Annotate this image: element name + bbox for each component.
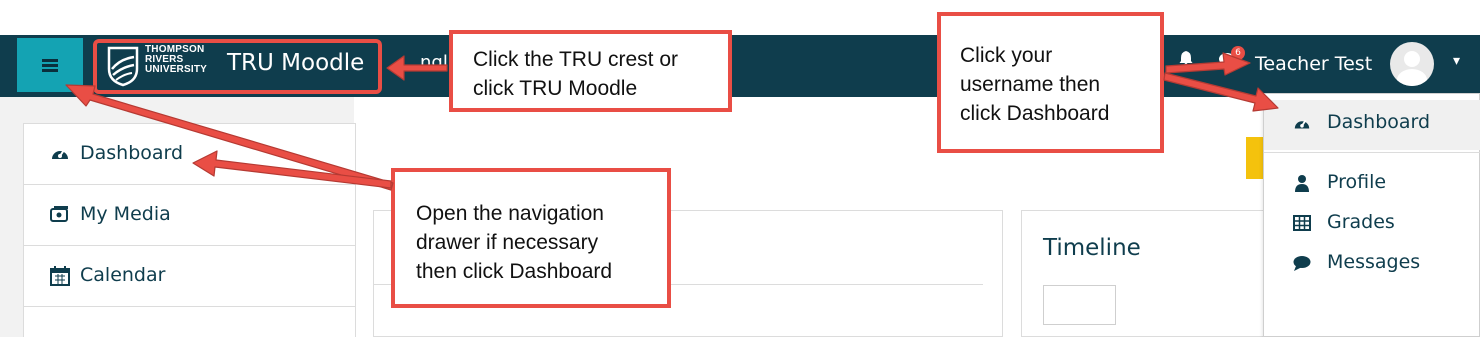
user-menu-item-label: Messages (1327, 251, 1421, 273)
bell-icon[interactable] (1179, 50, 1193, 66)
drawer-item-dashboard[interactable]: Dashboard (24, 124, 355, 185)
drawer-item-my-media[interactable]: My Media (24, 185, 355, 246)
user-menu-divider (1264, 152, 1480, 153)
messages-count-badge: 6 (1231, 46, 1245, 60)
nav-drawer-list: Dashboard My Media Calendar (23, 123, 356, 337)
calendar-icon (50, 266, 70, 286)
drawer-item-label: My Media (80, 203, 171, 225)
user-avatar-icon[interactable] (1390, 42, 1434, 86)
drawer-item-label: Dashboard (80, 142, 184, 164)
nav-drawer-toggle-button[interactable] (17, 38, 83, 92)
user-menu-item-messages[interactable]: Messages (1264, 248, 1480, 278)
callout-crest: Click the TRU crest or click TRU Moodle (449, 30, 732, 112)
notice-banner (1246, 137, 1264, 179)
language-menu[interactable]: ngli (420, 52, 453, 73)
user-menu-item-label: Profile (1327, 171, 1387, 193)
callout-username: Click your username then click Dashboard (937, 12, 1164, 153)
user-icon (1295, 175, 1309, 192)
callout-drawer: Open the navigation drawer if necessary … (391, 168, 671, 308)
chat-icon (1293, 256, 1311, 271)
user-menu-item-profile[interactable]: Profile (1264, 168, 1480, 198)
user-menu-item-label: Dashboard (1327, 111, 1431, 133)
user-menu-item-grades[interactable]: Grades (1264, 208, 1480, 238)
user-menu-name[interactable]: Teacher Test (1255, 51, 1372, 77)
timeline-filter-select[interactable] (1043, 285, 1116, 325)
site-name-link[interactable]: TRU Moodle (227, 48, 364, 78)
drawer-item-label: Calendar (80, 264, 166, 286)
tachometer-icon (1294, 119, 1310, 129)
crest-wordmark: THOMPSON RIVERS UNIVERSITY (145, 44, 208, 75)
tru-crest-icon[interactable] (106, 45, 140, 87)
chevron-down-icon[interactable]: ▾ (1453, 53, 1460, 69)
tachometer-icon (52, 149, 68, 159)
table-icon (1293, 215, 1311, 231)
user-menu-item-label: Grades (1327, 211, 1395, 233)
media-icon (50, 206, 68, 222)
timeline-title: Timeline (1043, 235, 1141, 261)
user-menu-item-dashboard[interactable]: Dashboard (1264, 100, 1480, 150)
drawer-item-calendar[interactable]: Calendar (24, 246, 355, 307)
